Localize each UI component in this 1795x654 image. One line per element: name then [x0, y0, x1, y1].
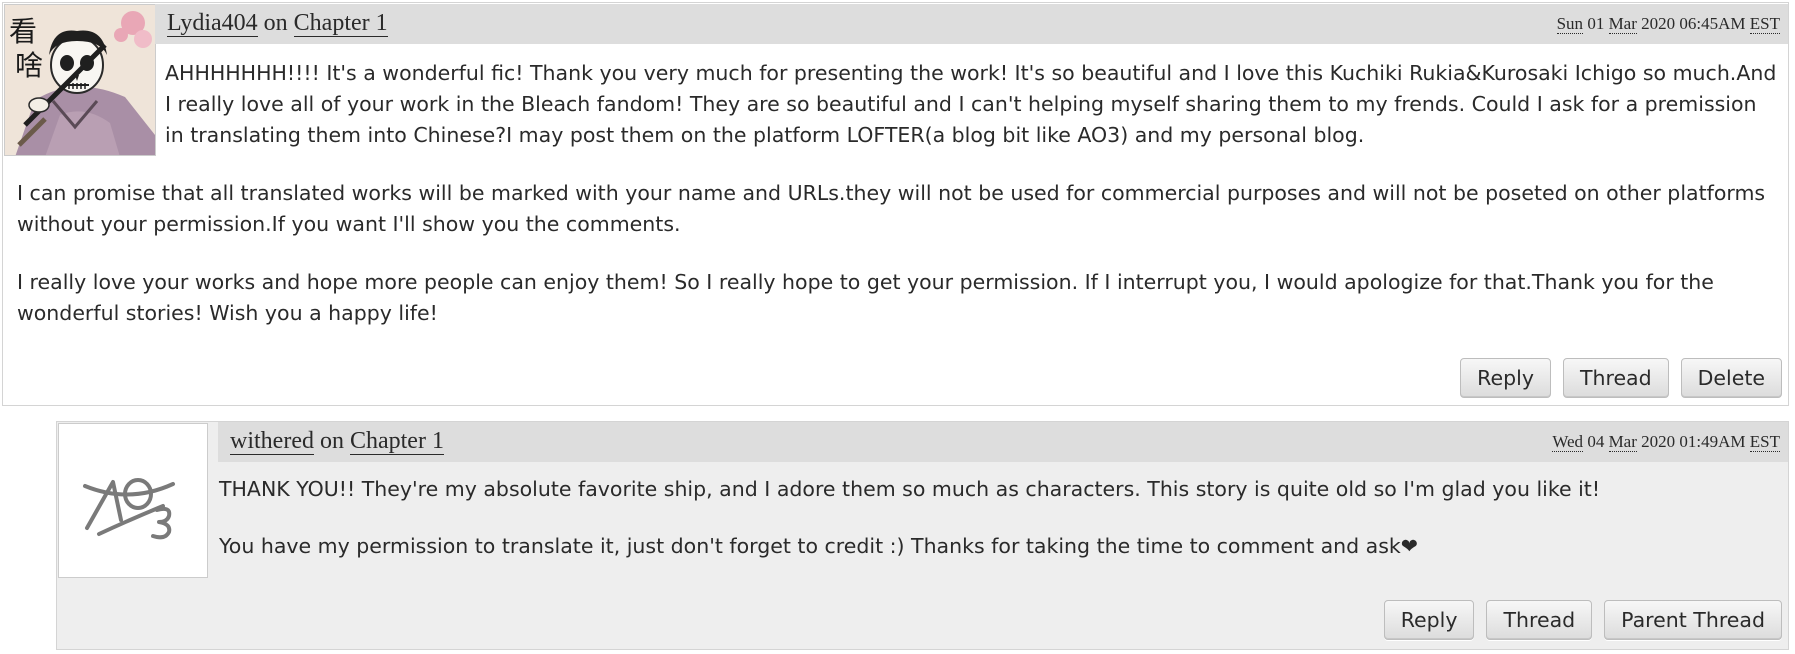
byline-on-text: on: [257, 10, 294, 36]
date-time: 01:49AM: [1679, 432, 1746, 451]
comment-byline: withered on Chapter 1: [230, 428, 444, 455]
date-weekday: Wed: [1552, 432, 1584, 452]
date-time: 06:45AM: [1679, 14, 1746, 33]
date-day: 01: [1587, 14, 1605, 33]
posted-datetime: Sun 01 Mar 2020 06:45AM EST: [1556, 14, 1780, 34]
date-year: 2020: [1641, 432, 1676, 451]
chapter-link[interactable]: Chapter 1: [293, 10, 388, 37]
thread-button[interactable]: Thread: [1562, 358, 1669, 398]
date-month: Mar: [1608, 14, 1637, 34]
comment-paragraph: I really love your works and hope more p…: [17, 270, 1714, 325]
chapter-link[interactable]: Chapter 1: [349, 428, 444, 455]
date-month: Mar: [1608, 432, 1637, 452]
date-day: 04: [1587, 432, 1605, 451]
avatar-glyph-1: 看: [9, 15, 37, 48]
date-timezone: EST: [1749, 14, 1780, 34]
comment-header: withered on Chapter 1 Wed 04 Mar 2020 01…: [218, 422, 1788, 462]
comment-paragraph: I can promise that all translated works …: [17, 181, 1766, 236]
thread-button[interactable]: Thread: [1486, 600, 1593, 640]
author-link[interactable]: Lydia404: [167, 10, 258, 37]
parent-thread-button[interactable]: Parent Thread: [1604, 600, 1782, 640]
delete-button[interactable]: Delete: [1680, 358, 1782, 398]
comment-paragraph: AHHHHHHH!!!! It's a wonderful fic! Thank…: [165, 61, 1777, 147]
comment-withered: withered on Chapter 1 Wed 04 Mar 2020 01…: [56, 421, 1789, 650]
date-timezone: EST: [1749, 432, 1780, 452]
date-weekday: Sun: [1556, 14, 1584, 34]
posted-datetime: Wed 04 Mar 2020 01:49AM EST: [1552, 432, 1780, 452]
comment-paragraph: You have my permission to translate it, …: [219, 534, 1418, 558]
comment-paragraph: THANK YOU!! They're my absolute favorite…: [219, 477, 1601, 501]
date-year: 2020: [1641, 14, 1676, 33]
comment-actions: Reply Thread Delete: [1460, 358, 1782, 398]
byline-on-text: on: [313, 428, 350, 454]
comment-byline: Lydia404 on Chapter 1: [167, 10, 388, 37]
comment-lydia404: 看 啥 Lydia404 on Chapter 1 Sun 01 Mar 202…: [2, 2, 1789, 406]
user-avatar-lydia404[interactable]: 看 啥: [4, 4, 156, 156]
comment-header: Lydia404 on Chapter 1 Sun 01 Mar 2020 06…: [155, 4, 1788, 44]
reply-button[interactable]: Reply: [1460, 358, 1551, 398]
comment-actions: Reply Thread Parent Thread: [1383, 600, 1782, 640]
author-link[interactable]: withered: [230, 428, 314, 455]
reply-button[interactable]: Reply: [1383, 600, 1475, 640]
ao3-logo-icon: [59, 424, 207, 577]
avatar-glyph-2: 啥: [15, 49, 43, 82]
avatar-illustration-icon: 看 啥: [5, 5, 155, 155]
user-avatar-withered[interactable]: [58, 423, 208, 578]
